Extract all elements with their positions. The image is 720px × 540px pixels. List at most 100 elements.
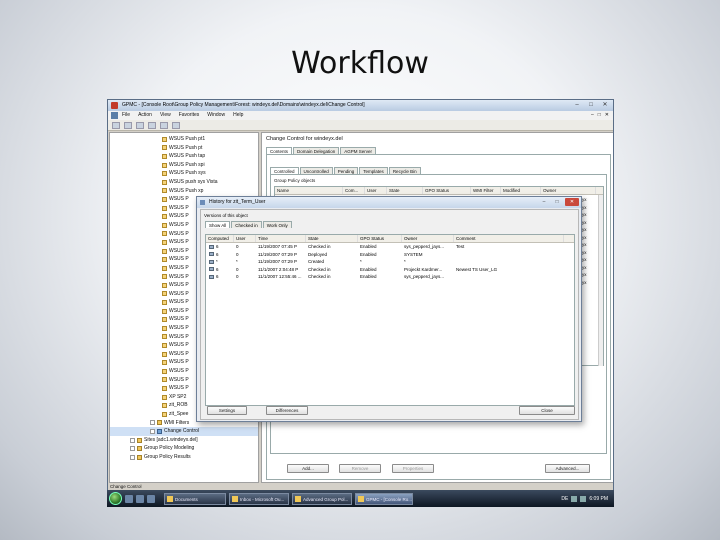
menu-window[interactable]: Window — [207, 111, 225, 120]
tab-templates[interactable]: Templates — [359, 167, 388, 174]
vcol-gpo-status[interactable]: GPO Status — [358, 235, 402, 242]
dialog-titlebar[interactable]: History for zit_Term_User – □ ✕ — [197, 197, 581, 208]
tree-item[interactable]: WSUS push sys Vista — [110, 178, 258, 187]
version-comment-cell: Test — [456, 244, 465, 249]
tab-agpm-server[interactable]: AGPM Server — [340, 147, 377, 154]
tree-item[interactable]: WSUS Push spi — [110, 161, 258, 170]
taskbar-button[interactable]: Inbox - Microsoft Ou... — [229, 492, 289, 505]
tree-item-label: zit_Spee — [169, 411, 189, 417]
tree-item[interactable]: WSUS Push pt — [110, 144, 258, 153]
taskbar-button[interactable]: Documents — [164, 492, 226, 505]
version-row[interactable]: 6 0 11/19/2007 07:45 P Checked in Enabled sys… — [206, 243, 574, 251]
tree-item[interactable]: WSUS Push sys — [110, 169, 258, 178]
maximize-icon[interactable]: □ — [586, 101, 596, 109]
browser-icon[interactable] — [147, 494, 155, 503]
console-menu-icon[interactable] — [111, 112, 118, 119]
help-icon[interactable] — [172, 122, 180, 129]
col-user[interactable]: User — [365, 187, 387, 194]
version-row[interactable]: 6 0 11/19/2007 07:29 P Deployed Enabled SYSTE… — [206, 251, 574, 259]
gpo-table-scrollbar[interactable] — [598, 195, 603, 366]
vcol-comment[interactable]: Comment — [454, 235, 564, 242]
expand-toggle-icon[interactable] — [130, 437, 135, 443]
tree-item[interactable]: WSUS Push xp — [110, 187, 258, 196]
menu-favorites[interactable]: Favorites — [179, 111, 200, 120]
version-row[interactable]: 6 0 11/1/2007 12:55:46 ... Checked in Enable… — [206, 273, 574, 281]
col-state[interactable]: State — [387, 187, 423, 194]
tab-controlled[interactable]: Controlled — [270, 167, 299, 174]
minimize-icon[interactable]: – — [572, 101, 582, 109]
col-owner[interactable]: Owner — [541, 187, 596, 194]
close-icon[interactable]: ✕ — [600, 101, 610, 109]
dialog-minimize-icon[interactable]: – — [539, 198, 549, 206]
col-gpo-status[interactable]: GPO Status — [423, 187, 471, 194]
version-comment-cell — [454, 258, 564, 266]
dialog-maximize-icon[interactable]: □ — [552, 198, 562, 206]
expand-toggle-icon[interactable] — [150, 420, 155, 426]
language-indicator[interactable]: DE — [561, 496, 568, 502]
forward-icon[interactable] — [124, 122, 132, 129]
mdi-close-icon[interactable]: ✕ — [605, 111, 609, 120]
col-comment[interactable]: Com... — [343, 187, 365, 194]
vcol-owner[interactable]: Owner — [402, 235, 454, 242]
switch-windows-icon[interactable] — [136, 494, 144, 503]
window-titlebar[interactable]: GPMC - [Console Root\Group Policy Manage… — [108, 100, 613, 111]
version-icon — [209, 274, 214, 279]
tree-item[interactable]: WSUS Push pt1 — [110, 135, 258, 144]
tree-item[interactable]: Sites [adc1.windeyx.del] — [110, 436, 258, 445]
version-row[interactable]: * * 11/19/2007 07:29 P Created * * — [206, 258, 574, 266]
gpo-icon — [162, 334, 167, 340]
menu-action[interactable]: Action — [138, 111, 152, 120]
col-modified[interactable]: Modified — [501, 187, 541, 194]
tab-contents[interactable]: Contents — [266, 147, 293, 154]
col-name[interactable]: Name — [275, 187, 343, 194]
gpo-icon — [162, 239, 167, 245]
menu-view[interactable]: View — [160, 111, 171, 120]
network-icon[interactable] — [571, 495, 578, 502]
menu-file[interactable]: File — [122, 111, 130, 120]
history-dialog: History for zit_Term_User – □ ✕ Versions… — [196, 196, 582, 422]
tab-pending[interactable]: Pending — [333, 167, 359, 174]
mdi-minimize-icon[interactable]: – — [591, 111, 594, 120]
vcol-time[interactable]: Time — [256, 235, 306, 242]
version-row[interactable]: 6 0 11/1/2007 2:04:48 P Checked in Enabled Pr… — [206, 266, 574, 274]
col-wmi-filter[interactable]: WMI Filter — [471, 187, 501, 194]
advanced-button[interactable]: Advanced... — [545, 464, 590, 473]
taskbar-button[interactable]: GPMC - [Console Ro... — [355, 492, 413, 505]
tab-checked-in[interactable]: Checked in — [231, 221, 262, 228]
tab-recycle-bin[interactable]: Recycle Bin — [388, 167, 421, 174]
tree-item[interactable]: Group Policy Modeling — [110, 444, 258, 453]
versions-group-label: Versions of this object — [204, 213, 248, 218]
menu-help[interactable]: Help — [233, 111, 243, 120]
tree-item[interactable]: WSUS Push tap — [110, 152, 258, 161]
vcol-computed[interactable]: Computed — [206, 235, 234, 242]
differences-button[interactable]: Differences — [266, 406, 308, 415]
dialog-close-icon[interactable]: ✕ — [565, 198, 579, 206]
expand-toggle-icon[interactable] — [150, 428, 155, 434]
show-desktop-icon[interactable] — [125, 494, 133, 503]
expand-toggle-icon[interactable] — [130, 446, 135, 452]
vcol-user[interactable]: User — [234, 235, 256, 242]
remove-button[interactable]: Remove — [339, 464, 381, 473]
refresh-icon[interactable] — [160, 122, 168, 129]
volume-icon[interactable] — [580, 495, 587, 502]
mdi-restore-icon[interactable]: □ — [598, 111, 601, 120]
window-title: GPMC - [Console Root\Group Policy Manage… — [122, 102, 365, 108]
vcol-state[interactable]: State — [306, 235, 358, 242]
close-button[interactable]: Close — [519, 406, 575, 415]
settings-button[interactable]: Settings — [207, 406, 247, 415]
clock[interactable]: 6:09 PM — [589, 496, 608, 502]
tab-domain-delegation[interactable]: Domain Delegation — [293, 147, 340, 154]
show-tree-icon[interactable] — [148, 122, 156, 129]
tree-item[interactable]: Change Control — [110, 427, 258, 436]
tab-show-all[interactable]: Show All — [205, 221, 231, 228]
tree-item[interactable]: Group Policy Results — [110, 453, 258, 462]
back-icon[interactable] — [112, 122, 120, 129]
expand-toggle-icon[interactable] — [130, 454, 135, 460]
tab-uncontrolled[interactable]: Uncontrolled — [299, 167, 333, 174]
taskbar-button[interactable]: Advanced Group Pol... — [292, 492, 352, 505]
start-button[interactable] — [109, 492, 122, 505]
up-icon[interactable] — [136, 122, 144, 129]
properties-button[interactable]: Properties — [392, 464, 434, 473]
add-button[interactable]: Add... — [287, 464, 329, 473]
tab-work-only[interactable]: Work Only — [262, 221, 292, 228]
